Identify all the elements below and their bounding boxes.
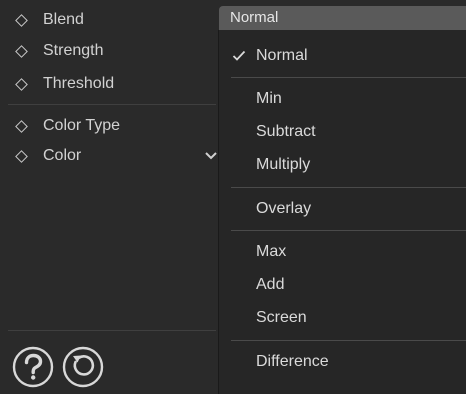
- param-row-color[interactable]: Color: [0, 142, 218, 170]
- param-row-threshold[interactable]: Threshold: [0, 70, 218, 98]
- menu-separator: [231, 187, 466, 188]
- param-label-color: Color: [43, 147, 82, 164]
- menu-item-subtract[interactable]: Subtract: [219, 117, 466, 147]
- menu-item-screen[interactable]: Screen: [219, 303, 466, 333]
- keyframe-diamond-icon[interactable]: [15, 44, 28, 58]
- menu-item-add[interactable]: Add: [219, 270, 466, 300]
- help-icon[interactable]: [12, 346, 54, 388]
- menu-item-normal[interactable]: Normal: [219, 41, 466, 71]
- keyframe-diamond-icon[interactable]: [15, 77, 28, 91]
- menu-separator: [231, 77, 466, 78]
- menu-item-label: Multiply: [256, 156, 311, 173]
- menu-item-multiply[interactable]: Multiply: [219, 150, 466, 180]
- menu-item-label: Normal: [256, 47, 308, 64]
- blend-mode-selected: Normal: [230, 9, 279, 26]
- footer-divider: [8, 330, 216, 331]
- param-row-strength[interactable]: Strength: [0, 37, 218, 65]
- menu-item-label: Max: [256, 243, 287, 260]
- effect-settings-panel: Blend Strength Threshold Color Type Colo…: [0, 0, 466, 394]
- menu-item-max[interactable]: Max: [219, 237, 466, 267]
- section-divider: [8, 104, 216, 105]
- blend-mode-dropdown[interactable]: Normal: [219, 6, 466, 30]
- chevron-down-icon[interactable]: [204, 150, 218, 162]
- param-label-strength: Strength: [43, 42, 104, 59]
- param-label-color-type: Color Type: [43, 117, 121, 134]
- menu-separator: [231, 340, 466, 341]
- menu-item-label: Difference: [256, 353, 329, 370]
- param-label-threshold: Threshold: [43, 75, 115, 92]
- param-row-color-type[interactable]: Color Type: [0, 112, 218, 140]
- menu-separator: [231, 230, 466, 231]
- keyframe-diamond-icon[interactable]: [15, 149, 28, 163]
- menu-item-min[interactable]: Min: [219, 84, 466, 114]
- reset-icon[interactable]: [62, 346, 104, 388]
- param-row-blend[interactable]: Blend: [0, 6, 218, 34]
- menu-item-label: Screen: [256, 309, 307, 326]
- keyframe-diamond-icon[interactable]: [15, 119, 28, 133]
- menu-item-overlay[interactable]: Overlay: [219, 194, 466, 224]
- menu-item-label: Subtract: [256, 123, 316, 140]
- menu-item-label: Add: [256, 276, 285, 293]
- menu-item-difference[interactable]: Difference: [219, 347, 466, 377]
- keyframe-diamond-icon[interactable]: [15, 13, 28, 27]
- blend-mode-menu: Normal Min Subtract Multiply Overlay Max…: [218, 30, 466, 394]
- checkmark-icon: [232, 50, 246, 61]
- param-label-blend: Blend: [43, 11, 84, 28]
- menu-item-label: Overlay: [256, 200, 312, 217]
- menu-item-label: Min: [256, 90, 282, 107]
